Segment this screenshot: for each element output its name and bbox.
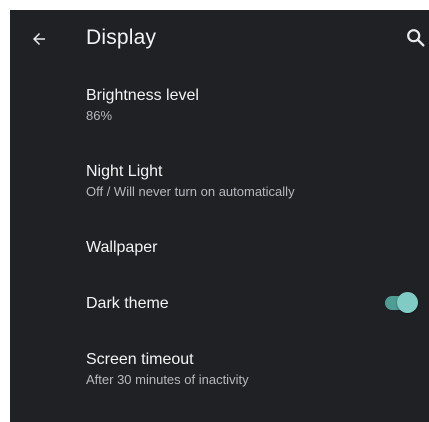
dark-theme-item[interactable]: Dark theme (86, 291, 419, 315)
display-settings-screen: Display Brightness level 86% Night Light… (10, 10, 429, 422)
page-title: Display (86, 26, 157, 49)
brightness-level-summary: 86% (86, 108, 113, 123)
screen-timeout-title: Screen timeout (86, 351, 194, 368)
wallpaper-item[interactable]: Wallpaper (86, 238, 426, 258)
night-light-item[interactable]: Night Light Off / Will never turn on aut… (86, 162, 426, 200)
brightness-level-item[interactable]: Brightness level 86% (86, 86, 426, 124)
search-button[interactable] (405, 26, 429, 50)
app-bar: Display (10, 10, 429, 66)
night-light-summary: Off / Will never turn on automatically (86, 184, 295, 199)
search-icon (407, 29, 425, 47)
night-light-title: Night Light (86, 163, 163, 180)
screen-timeout-item[interactable]: Screen timeout After 30 minutes of inact… (86, 350, 426, 388)
toggle-thumb (397, 292, 418, 313)
brightness-level-title: Brightness level (86, 87, 199, 104)
back-button[interactable] (24, 24, 54, 54)
dark-theme-title: Dark theme (86, 295, 169, 312)
screen-timeout-summary: After 30 minutes of inactivity (86, 372, 249, 387)
dark-theme-toggle[interactable] (381, 291, 419, 315)
wallpaper-title: Wallpaper (86, 239, 158, 256)
arrow-back-icon (33, 33, 45, 45)
